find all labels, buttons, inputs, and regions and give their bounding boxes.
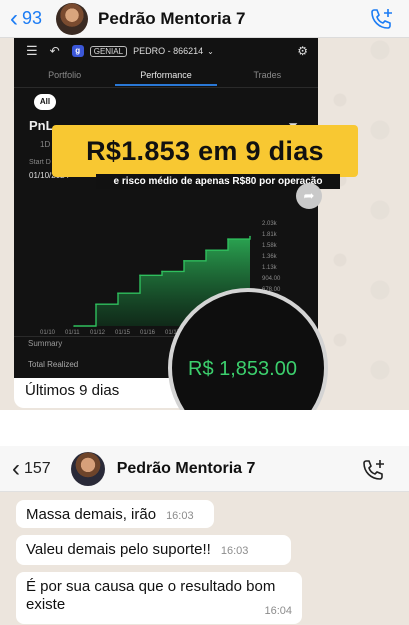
message-time: 16:04 [264, 605, 292, 617]
back-button[interactable]: ‹ 157 [12, 454, 51, 482]
chat-header: ‹ 157 Pedrão Mentoria 7 [0, 446, 409, 492]
screenshot-collage: ‹ 93 Pedrão Mentoria 7 ☰ ↶ g GENIAL PEDR… [0, 0, 409, 625]
message-bubble[interactable]: Massa demais, irão 16:03 [16, 500, 214, 528]
contact-name[interactable]: Pedrão Mentoria 7 [117, 460, 256, 478]
headline-banner: R$1.853 em 9 dias [52, 125, 358, 177]
settings-icon: ⚙ [297, 44, 308, 58]
message-bubble[interactable]: Valeu demais pelo suporte!! 16:03 [16, 535, 291, 565]
pnl-point [183, 260, 185, 262]
pnl-point [161, 270, 163, 273]
chat-window-bottom: ‹ 157 Pedrão Mentoria 7 Massa demais, ir… [0, 446, 409, 625]
back-button[interactable]: ‹ 93 [10, 4, 43, 32]
broker-badge: GENIAL [89, 45, 128, 57]
app-toolbar: ☰ ↶ g GENIAL PEDRO - 866214 ⌄ ⚙ [14, 38, 318, 64]
separator-gap [0, 410, 409, 446]
message-time: 16:03 [220, 545, 249, 557]
chevron-left-icon: ‹ [10, 4, 18, 32]
account-selector: PEDRO - 866214 [133, 46, 204, 56]
message-text: É por sua causa que o resultado bom exis… [26, 578, 276, 613]
chevron-left-icon: ‹ [12, 454, 20, 482]
pnl-title: PnL [29, 118, 54, 133]
message-text: Valeu demais pelo suporte!! [26, 541, 211, 558]
message-text: Massa demais, irão [26, 506, 157, 523]
image-caption: Últimos 9 dias [25, 382, 120, 399]
chat-window-top: ‹ 93 Pedrão Mentoria 7 ☰ ↶ g GENIAL PEDR… [0, 0, 409, 410]
magnified-amount: R$ 1,853.00 [188, 358, 297, 380]
pnl-point [205, 249, 207, 252]
contact-name[interactable]: Pedrão Mentoria 7 [98, 9, 245, 29]
period-selector: 1D [40, 140, 51, 149]
total-realized-label: Total Realized [28, 360, 79, 369]
y-tick-label: 2.03k [262, 221, 278, 227]
y-tick-label: 1.13k [262, 265, 278, 271]
pnl-point [249, 235, 251, 238]
y-tick-label: 904.00 [262, 276, 281, 282]
broker-logo-icon: g [71, 45, 84, 57]
tab-trades: Trades [253, 70, 282, 80]
avatar[interactable] [56, 2, 89, 35]
app-tabs: Portfolio Performance Trades [14, 64, 318, 86]
unread-count: 93 [22, 8, 43, 28]
menu-icon: ☰ [26, 43, 38, 58]
y-tick-label: 1.58k [262, 243, 278, 249]
message-time: 16:03 [166, 510, 194, 522]
pnl-point [227, 238, 229, 240]
pnl-point [139, 274, 141, 277]
avatar[interactable] [70, 451, 105, 486]
pnl-point [117, 292, 119, 294]
divider [14, 87, 318, 88]
pnl-point [73, 325, 75, 327]
filter-pill-all: All [34, 94, 56, 110]
phone-plus-icon[interactable] [369, 7, 395, 31]
message-bubble[interactable]: É por sua causa que o resultado bom exis… [16, 572, 302, 624]
y-tick-label: 1.36k [262, 254, 278, 260]
forward-icon[interactable]: ➦ [296, 183, 322, 209]
tab-portfolio: Portfolio [48, 70, 82, 80]
chevron-down-icon: ⌄ [207, 46, 214, 56]
unread-count: 157 [24, 459, 51, 477]
back-arrow-icon: ↶ [49, 44, 60, 58]
y-tick-label: 1.81k [262, 232, 278, 238]
chat-header: ‹ 93 Pedrão Mentoria 7 [0, 0, 409, 38]
phone-plus-icon[interactable] [361, 458, 387, 482]
start-date-label: Start D [29, 159, 51, 166]
tab-performance: Performance [115, 64, 217, 86]
pnl-point [95, 303, 97, 305]
